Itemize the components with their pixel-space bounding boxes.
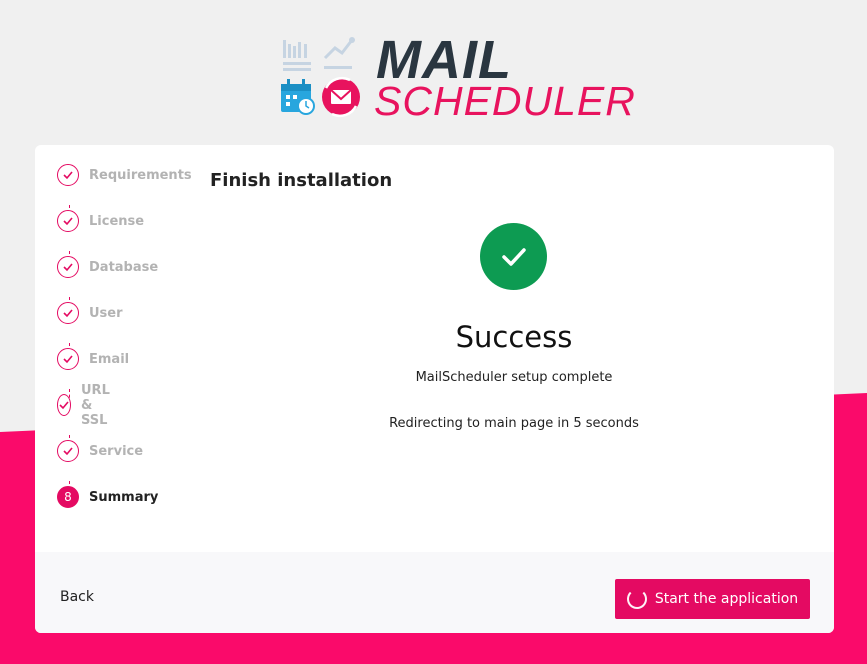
card-footer: Back Start the application (35, 552, 834, 633)
success-subtitle: MailScheduler setup complete (415, 370, 613, 385)
step-label: License (89, 213, 145, 229)
success-heading: Success (455, 320, 573, 354)
step-number: 8 (57, 486, 79, 508)
step-service: Service (57, 439, 143, 463)
check-icon (57, 164, 79, 186)
page-title: Finish installation (210, 170, 393, 191)
step-user: User (57, 301, 123, 325)
logo: MAIL SCHEDULER (278, 30, 635, 125)
start-application-button[interactable]: Start the application (615, 579, 810, 619)
step-label: Summary (89, 489, 159, 505)
check-icon (57, 348, 79, 370)
step-database: Database (57, 255, 158, 279)
step-label: Email (89, 351, 130, 367)
spinner-icon (626, 589, 647, 609)
logo-icon (281, 37, 360, 118)
redirect-message: Redirecting to main page in 5 seconds (389, 416, 639, 431)
installer-card: Requirements License Database User Email (35, 145, 834, 633)
check-icon (57, 210, 79, 232)
check-icon (57, 256, 79, 278)
step-requirements: Requirements (57, 163, 192, 187)
step-label: Database (89, 259, 159, 275)
step-summary: 8 Summary (57, 485, 158, 509)
step-license: License (57, 209, 144, 233)
step-label: URL & SSL (81, 382, 110, 428)
step-label: Requirements (89, 167, 192, 183)
step-email: Email (57, 347, 129, 371)
check-icon (57, 440, 79, 462)
step-url-ssl: URL & SSL (57, 383, 118, 428)
start-application-label: Start the application (654, 591, 799, 607)
check-icon (57, 394, 71, 416)
back-button[interactable]: Back (60, 589, 94, 605)
step-label: Service (89, 443, 144, 459)
logo-subtitle: SCHEDULER (374, 78, 636, 124)
success-check-icon (480, 223, 547, 290)
check-icon (57, 302, 79, 324)
step-label: User (89, 305, 123, 321)
